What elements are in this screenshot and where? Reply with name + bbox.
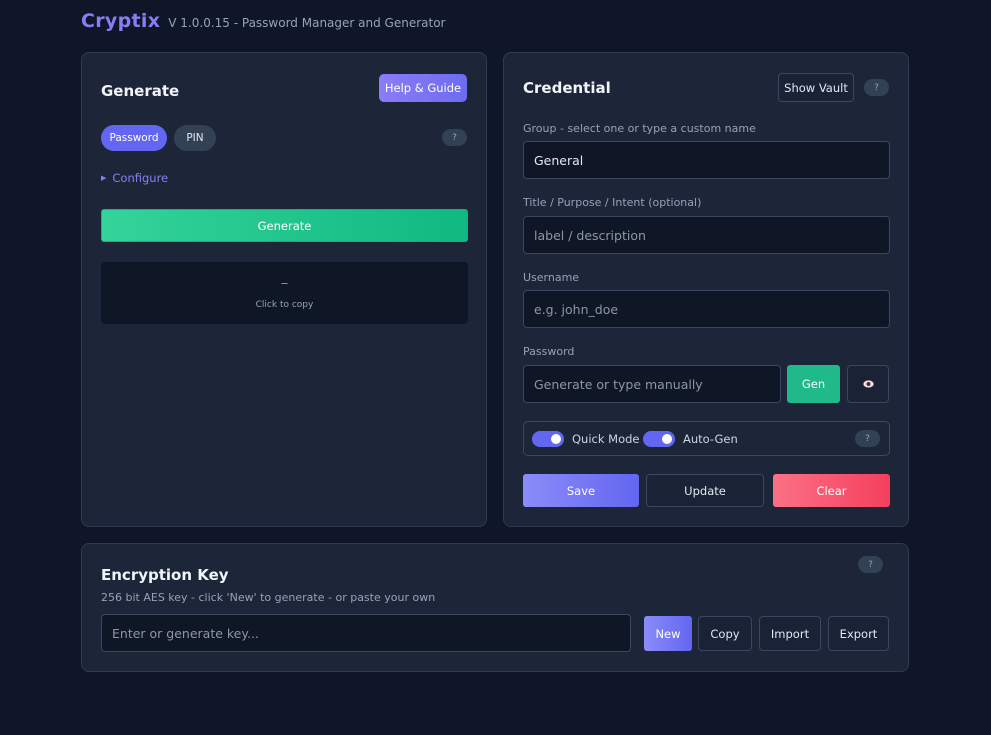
group-label: Group - select one or type a custom name xyxy=(523,122,756,135)
quick-mode-toggle[interactable] xyxy=(532,431,564,447)
username-input[interactable] xyxy=(523,290,890,328)
tab-pin[interactable]: PIN xyxy=(174,125,216,151)
title-input[interactable] xyxy=(523,216,890,254)
title-label: Title / Purpose / Intent (optional) xyxy=(523,196,702,209)
password-input[interactable] xyxy=(523,365,781,403)
group-input[interactable] xyxy=(523,141,890,179)
generated-output[interactable]: _ Click to copy xyxy=(101,262,468,324)
configure-toggle[interactable]: ▶ Configure xyxy=(101,171,168,185)
save-button[interactable]: Save xyxy=(523,474,639,507)
toggle-visibility-button[interactable] xyxy=(847,365,889,403)
credential-help-icon[interactable]: ? xyxy=(864,79,889,96)
generate-help-icon[interactable]: ? xyxy=(442,129,467,146)
options-help-icon[interactable]: ? xyxy=(855,430,880,447)
copy-key-button[interactable]: Copy xyxy=(698,616,752,651)
tab-password[interactable]: Password xyxy=(101,125,167,151)
configure-label: Configure xyxy=(112,171,169,185)
username-label: Username xyxy=(523,271,580,284)
export-key-button[interactable]: Export xyxy=(828,616,889,651)
generate-button[interactable]: Generate xyxy=(101,209,468,242)
app-header: Cryptix V 1.0.0.15 - Password Manager an… xyxy=(81,10,445,32)
gen-password-button[interactable]: Gen xyxy=(787,365,840,403)
encryption-help-icon[interactable]: ? xyxy=(858,556,883,573)
generate-panel: Generate Help & Guide Password PIN ? ▶ C… xyxy=(81,52,487,527)
auto-gen-toggle[interactable] xyxy=(643,431,675,447)
credential-title: Credential xyxy=(523,79,611,97)
encryption-key-input[interactable] xyxy=(101,614,631,652)
clear-button[interactable]: Clear xyxy=(773,474,890,507)
auto-gen-label: Auto-Gen xyxy=(683,432,738,446)
new-key-button[interactable]: New xyxy=(644,616,692,651)
encryption-title: Encryption Key xyxy=(101,566,229,584)
app-subtitle: V 1.0.0.15 - Password Manager and Genera… xyxy=(168,16,446,30)
encryption-key-panel: Encryption Key ? 256 bit AES key - click… xyxy=(81,543,909,672)
import-key-button[interactable]: Import xyxy=(759,616,821,651)
generate-title: Generate xyxy=(101,82,180,100)
options-row: Quick Mode Auto-Gen ? xyxy=(523,421,890,456)
help-guide-button[interactable]: Help & Guide xyxy=(379,74,467,102)
show-vault-button[interactable]: Show Vault xyxy=(778,73,854,102)
password-label: Password xyxy=(523,345,575,358)
copy-hint: Click to copy xyxy=(255,300,314,310)
eye-icon xyxy=(862,380,874,388)
update-button[interactable]: Update xyxy=(646,474,764,507)
output-value: _ xyxy=(281,270,288,284)
app-logo: Cryptix xyxy=(81,10,161,32)
quick-mode-label: Quick Mode xyxy=(572,432,640,446)
credential-panel: Credential Show Vault ? Group - select o… xyxy=(503,52,909,527)
encryption-description: 256 bit AES key - click 'New' to generat… xyxy=(101,591,436,604)
triangle-right-icon: ▶ xyxy=(101,174,107,182)
